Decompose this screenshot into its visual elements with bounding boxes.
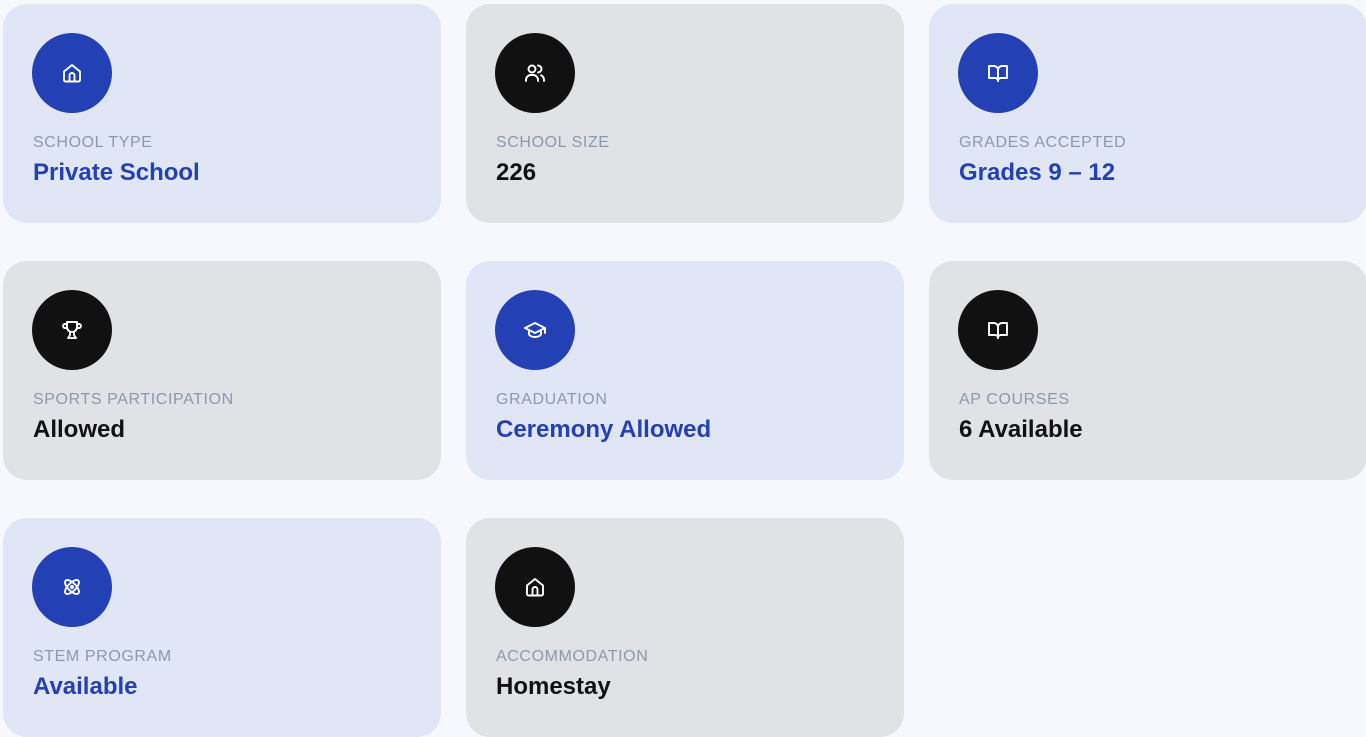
card-label: SCHOOL TYPE	[33, 134, 153, 151]
card-value: Homestay	[496, 673, 611, 700]
card-value: 226	[496, 159, 537, 186]
card-value: 6 Available	[959, 416, 1083, 443]
atom-icon	[32, 547, 112, 627]
card-grades-accepted: GRADES ACCEPTED Grades 9 – 12	[929, 4, 1366, 223]
card-value: Available	[33, 673, 138, 700]
card-value: Grades 9 – 12	[959, 159, 1116, 186]
book-open-icon	[958, 33, 1038, 113]
card-school-size: SCHOOL SIZE 226	[466, 4, 904, 223]
book-open-icon	[958, 290, 1038, 370]
trophy-icon	[32, 290, 112, 370]
card-stem-program: STEM PROGRAM Available	[3, 518, 441, 737]
school-facts-grid: SCHOOL TYPE Private School SCHOOL SIZE 2…	[0, 0, 1366, 737]
card-accommodation: ACCOMMODATION Homestay	[466, 518, 904, 737]
card-graduation: GRADUATION Ceremony Allowed	[466, 261, 904, 480]
card-sports-participation: SPORTS PARTICIPATION Allowed	[3, 261, 441, 480]
home-icon	[32, 33, 112, 113]
users-icon	[495, 33, 575, 113]
card-label: AP COURSES	[959, 391, 1070, 408]
card-value: Allowed	[33, 416, 126, 443]
card-label: ACCOMMODATION	[496, 648, 649, 665]
card-label: STEM PROGRAM	[33, 648, 172, 665]
card-value: Ceremony Allowed	[496, 416, 712, 443]
card-label: SCHOOL SIZE	[496, 134, 610, 151]
home-icon	[495, 547, 575, 627]
card-ap-courses: AP COURSES 6 Available	[929, 261, 1366, 480]
card-school-type: SCHOOL TYPE Private School	[3, 4, 441, 223]
card-label: SPORTS PARTICIPATION	[33, 391, 234, 408]
card-label: GRADUATION	[496, 391, 608, 408]
card-value: Private School	[33, 159, 200, 186]
graduation-cap-icon	[495, 290, 575, 370]
card-label: GRADES ACCEPTED	[959, 134, 1127, 151]
